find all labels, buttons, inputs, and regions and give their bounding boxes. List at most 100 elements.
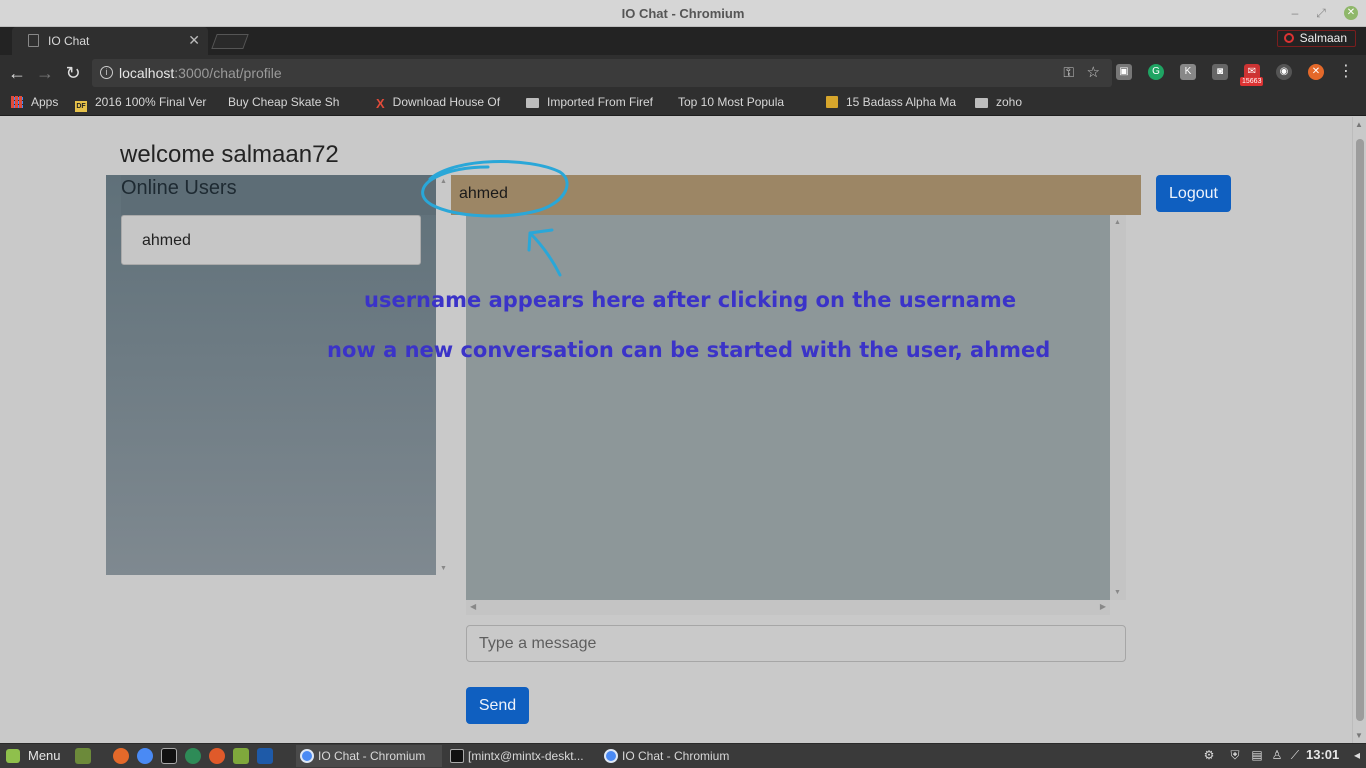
bookmark-item[interactable]: Buy Cheap Skate Sh [228, 95, 362, 112]
tab-close-icon[interactable]: ✕ [188, 32, 200, 49]
bookmark-folder[interactable]: Imported From Firef [526, 95, 662, 112]
page-favicon-icon [28, 34, 39, 47]
online-users-panel: Online Users ahmed [106, 175, 436, 575]
terminal-launcher-icon[interactable] [161, 748, 177, 764]
forward-arrow-icon[interactable]: → [34, 62, 56, 84]
folder-icon [975, 98, 988, 108]
bookmark-star-icon[interactable]: ☆ [1087, 63, 1100, 81]
bookmark-label: Apps [31, 95, 59, 109]
annotation-text-2: now a new conversation can be started wi… [327, 338, 1051, 362]
messages-horizontal-scrollbar[interactable]: ◀ ▶ [466, 600, 1110, 615]
send-button[interactable]: Send [466, 687, 529, 724]
folder-icon [526, 98, 539, 108]
chromium-icon [300, 749, 314, 763]
window-titlebar: IO Chat - Chromium ‒ ⤢ ✕ [0, 0, 1366, 27]
window-title: IO Chat - Chromium [621, 6, 745, 21]
new-tab-button[interactable] [211, 34, 249, 49]
bookmark-item[interactable]: DF 2016 100% Final Ver [75, 95, 213, 112]
system-taskbar: Menu IO Chat - Chromium [mintx@mintx-des… [0, 743, 1366, 768]
bookmark-item[interactable]: Top 10 Most Popula [678, 95, 812, 112]
online-users-heading: Online Users [121, 175, 436, 215]
logout-button[interactable]: Logout [1156, 175, 1231, 212]
start-menu-button[interactable]: Menu [6, 748, 61, 763]
page-vertical-scrollbar[interactable]: ▲ ▼ [1352, 117, 1366, 743]
address-bar[interactable]: i localhost:3000/chat/profile ⚿ ☆ [92, 59, 1112, 87]
scroll-left-arrow-icon[interactable]: ◀ [470, 602, 476, 611]
taskbar-clock[interactable]: 13:01 [1306, 747, 1339, 762]
apps-grid-icon [11, 96, 23, 108]
profile-button[interactable]: Salmaan [1276, 30, 1356, 47]
back-arrow-icon[interactable]: ← [6, 62, 28, 84]
show-desktop-icon[interactable] [75, 748, 91, 764]
scroll-right-arrow-icon[interactable]: ▶ [1100, 602, 1106, 611]
k-extension-icon[interactable]: K [1180, 64, 1196, 80]
chromium-launcher-icon[interactable] [137, 748, 153, 764]
browser-menu-icon[interactable]: ⋮ [1338, 64, 1354, 80]
network-tray-icon[interactable]: ⟋ [1288, 748, 1302, 762]
browser-toolbar: ← → ↻ i localhost:3000/chat/profile ⚿ ☆ … [0, 55, 1366, 91]
bookmark-apps[interactable]: Apps [11, 95, 58, 112]
profile-power-icon [1283, 33, 1294, 43]
close-window-icon[interactable]: ✕ [1344, 6, 1358, 20]
user-tray-icon[interactable]: ♙ [1270, 748, 1284, 762]
key-icon[interactable]: ⚿ [1063, 64, 1074, 81]
bookmark-label: Imported From Firef [547, 95, 654, 109]
postman-launcher-icon[interactable] [209, 748, 225, 764]
vscode-launcher-icon[interactable] [257, 748, 273, 764]
scroll-up-arrow-icon[interactable]: ▲ [1114, 219, 1121, 226]
files-launcher-icon[interactable] [233, 748, 249, 764]
users-panel-scrollbar[interactable]: ▲ ▼ [436, 175, 451, 575]
chromium-icon [604, 749, 618, 763]
mail-extension-badge: 15663 [1240, 77, 1264, 86]
scroll-up-arrow-icon[interactable]: ▲ [440, 178, 447, 185]
firefox-launcher-icon[interactable] [113, 748, 129, 764]
camera-extension-icon[interactable]: ▣ [1116, 64, 1132, 80]
task-label: IO Chat - Chromium [622, 749, 730, 763]
clipboard-tray-icon[interactable]: ▤ [1250, 748, 1264, 762]
annotation-text-1: username appears here after clicking on … [364, 288, 1017, 312]
task-label: IO Chat - Chromium [318, 749, 426, 763]
update-tray-icon[interactable]: ⚙ [1202, 748, 1216, 762]
restore-window-icon[interactable]: ⤢ [1312, 4, 1330, 22]
reload-icon[interactable]: ↻ [62, 62, 84, 84]
shield-tray-icon[interactable]: ⛨ [1228, 748, 1242, 762]
bookmark-label: Top 10 Most Popula [678, 95, 785, 109]
page-content: welcome salmaan72 Online Users ahmed ▲ ▼… [0, 117, 1366, 743]
bookmark-item[interactable]: 15 Badass Alpha Ma [826, 95, 962, 112]
scroll-up-arrow-icon[interactable]: ▲ [1355, 120, 1363, 129]
menu-label: Menu [28, 748, 61, 763]
scroll-down-arrow-icon[interactable]: ▼ [1114, 589, 1121, 596]
chat-header-username: ahmed [451, 175, 1141, 215]
bookmark-item[interactable]: X Download House Of [376, 95, 512, 112]
bookmark-folder[interactable]: zoho [975, 95, 1022, 112]
scroll-down-arrow-icon[interactable]: ▼ [1355, 731, 1363, 740]
scroll-down-arrow-icon[interactable]: ▼ [440, 565, 447, 572]
site-info-icon[interactable]: i [100, 66, 113, 79]
taskbar-window-item[interactable]: [mintx@mintx-deskt... [446, 745, 596, 767]
orange-extension-icon[interactable]: ✕ [1308, 64, 1324, 80]
taskbar-window-item[interactable]: IO Chat - Chromium [600, 745, 746, 767]
grammarly-extension-icon[interactable]: G [1148, 64, 1164, 80]
bulb-extension-icon[interactable]: ◉ [1276, 64, 1292, 80]
taskbar-window-item[interactable]: IO Chat - Chromium [296, 745, 442, 767]
mongodb-launcher-icon[interactable] [185, 748, 201, 764]
url-path: :3000/chat/profile [174, 65, 282, 81]
message-input[interactable] [466, 625, 1126, 662]
bookmark-favicon-icon [826, 96, 838, 108]
terminal-icon [450, 749, 464, 763]
bookmark-label: 2016 100% Final Ver [95, 95, 207, 109]
profile-name: Salmaan [1299, 31, 1347, 45]
tab-io-chat[interactable]: IO Chat ✕ [12, 27, 208, 55]
messages-vertical-scrollbar[interactable]: ▲ ▼ [1110, 215, 1126, 600]
address-url: localhost:3000/chat/profile [119, 65, 282, 81]
bookmark-label: 15 Badass Alpha Ma [846, 95, 957, 109]
volume-tray-icon[interactable]: ◂ [1350, 748, 1364, 762]
online-user-item[interactable]: ahmed [121, 215, 421, 265]
x-favicon-icon: X [376, 96, 385, 111]
messages-area[interactable] [466, 215, 1110, 600]
df-favicon-icon: DF [75, 101, 87, 112]
gamepad-extension-icon[interactable]: ◙ [1212, 64, 1228, 80]
minimize-window-icon[interactable]: ‒ [1286, 4, 1304, 22]
page-scroll-thumb[interactable] [1356, 139, 1364, 721]
url-host: localhost [119, 65, 175, 81]
